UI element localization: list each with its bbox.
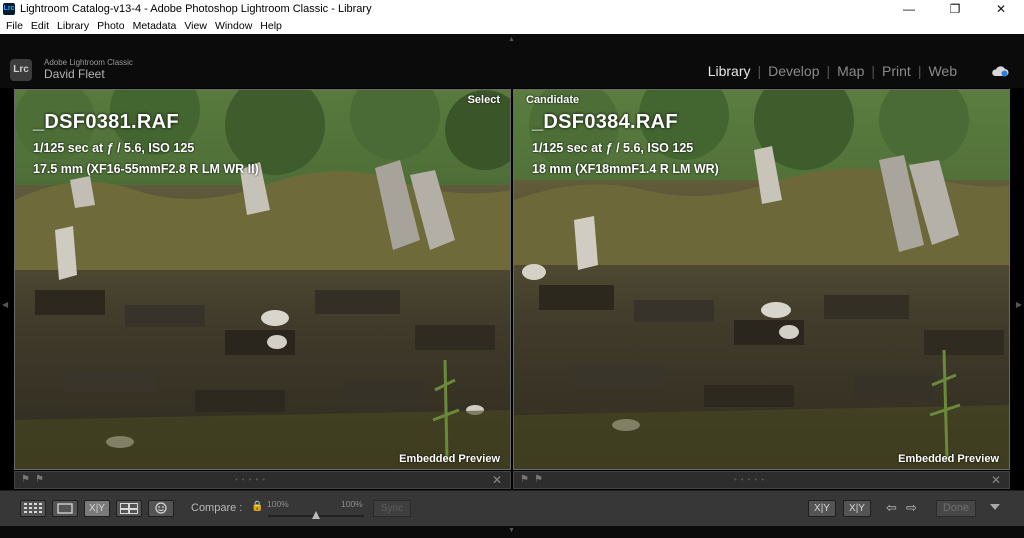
module-print[interactable]: Print [875,63,918,79]
collapse-bottom-panel-icon[interactable]: ▼ [508,527,515,534]
menu-file[interactable]: File [6,20,23,32]
close-select-icon[interactable]: ✕ [492,473,502,487]
flag-reject-icon[interactable]: ⚑ [21,474,30,485]
collapse-right-panel-icon[interactable]: ▶ [1016,300,1022,309]
compare-view-button[interactable]: X|Y [84,500,110,517]
select-pane[interactable]: Select _DSF0381.RAF 1/125 sec at ƒ / 5.6… [14,89,511,470]
collapse-top-panel-icon[interactable]: ▲ [508,36,515,43]
close-candidate-icon[interactable]: ✕ [991,473,1001,487]
candidate-tag: Candidate [526,94,580,106]
maximize-button[interactable]: ❐ [932,0,978,18]
menu-edit[interactable]: Edit [31,20,49,32]
sync-button[interactable]: Sync [373,500,411,517]
module-picker: Library | Develop | Map | Print | Web [701,63,964,79]
people-view-button[interactable] [148,500,174,517]
candidate-pane[interactable]: Candidate _DSF0384.RAF 1/125 sec at ƒ / … [513,89,1010,470]
menu-view[interactable]: View [184,20,207,32]
select-lens: 17.5 mm (XF16-55mmF2.8 R LM WR II) [33,162,259,176]
next-photo-icon[interactable]: ⇨ [906,500,917,516]
make-select-button[interactable]: X|Y [843,500,871,517]
zoom-max-label: 100% [341,499,363,509]
people-view-icon [155,502,167,514]
top-panel: ▲ Lrc Adobe Lightroom Classic David Flee… [0,34,1024,88]
product-name: Adobe Lightroom Classic [44,58,133,67]
candidate-lens: 18 mm (XF18mmF1.4 R LM WR) [532,162,719,176]
lightroom-app-icon: Lrc [3,3,15,15]
loupe-view-button[interactable] [52,500,78,517]
menu-library[interactable]: Library [57,20,89,32]
compare-label: Compare : [191,502,243,514]
survey-view-icon [120,503,138,514]
zoom-min-label: 100% [267,499,289,509]
close-window-button[interactable]: ✕ [978,0,1024,18]
previous-photo-icon[interactable]: ⇦ [886,500,897,516]
candidate-pane-footer: ⚑ ⚑ ••••• ✕ [513,471,1010,489]
loupe-view-icon [57,503,73,514]
lrc-logo: Lrc [10,59,32,81]
menu-bar: File Edit Library Photo Metadata View Wi… [0,18,1024,34]
title-bar: Lrc Lightroom Catalog-v13-4 - Adobe Phot… [0,0,1024,18]
module-web[interactable]: Web [921,63,964,79]
menu-help[interactable]: Help [260,20,282,32]
select-preview-status: Embedded Preview [399,453,500,465]
module-map[interactable]: Map [830,63,871,79]
grid-view-button[interactable] [20,500,46,517]
candidate-preview-status: Embedded Preview [898,453,999,465]
flag-reject-icon[interactable]: ⚑ [520,474,529,485]
done-button[interactable]: Done [936,500,976,517]
window-controls: — ❐ ✕ [886,0,1024,18]
candidate-filename: _DSF0384.RAF [532,111,678,133]
lock-icon[interactable]: 🔒 [251,501,263,512]
collapse-left-panel-icon[interactable]: ◀ [2,300,8,309]
survey-view-button[interactable] [116,500,142,517]
swap-button[interactable]: X|Y [808,500,836,517]
select-pane-footer: ⚑ ⚑ ••••• ✕ [14,471,511,489]
flag-pick-icon[interactable]: ⚑ [35,474,44,485]
cloud-sync-icon[interactable] [991,65,1009,77]
flag-pick-icon[interactable]: ⚑ [534,474,543,485]
select-exposure: 1/125 sec at ƒ / 5.6, ISO 125 [33,141,195,155]
minimize-button[interactable]: — [886,0,932,18]
identity-plate-user: David Fleet [44,67,105,81]
module-library[interactable]: Library [701,63,758,79]
window-title: Lightroom Catalog-v13-4 - Adobe Photosho… [20,3,372,15]
candidate-exposure: 1/125 sec at ƒ / 5.6, ISO 125 [532,141,694,155]
rating-stars-icon[interactable]: ••••• [235,475,269,484]
menu-metadata[interactable]: Metadata [133,20,177,32]
menu-photo[interactable]: Photo [97,20,124,32]
select-tag: Select [467,94,500,106]
rating-stars-icon[interactable]: ••••• [734,475,768,484]
module-develop[interactable]: Develop [761,63,826,79]
toolbar: X|Y Compare : 🔒 100% 100% Sync X|Y X|Y ⇦… [0,490,1024,526]
menu-window[interactable]: Window [215,20,252,32]
zoom-slider-thumb[interactable] [312,511,320,519]
select-filename: _DSF0381.RAF [33,111,179,133]
grid-view-icon [24,503,42,513]
toolbar-menu-chevron-icon[interactable] [990,504,1000,510]
bottom-panel-edge: ▼ [0,526,1024,538]
